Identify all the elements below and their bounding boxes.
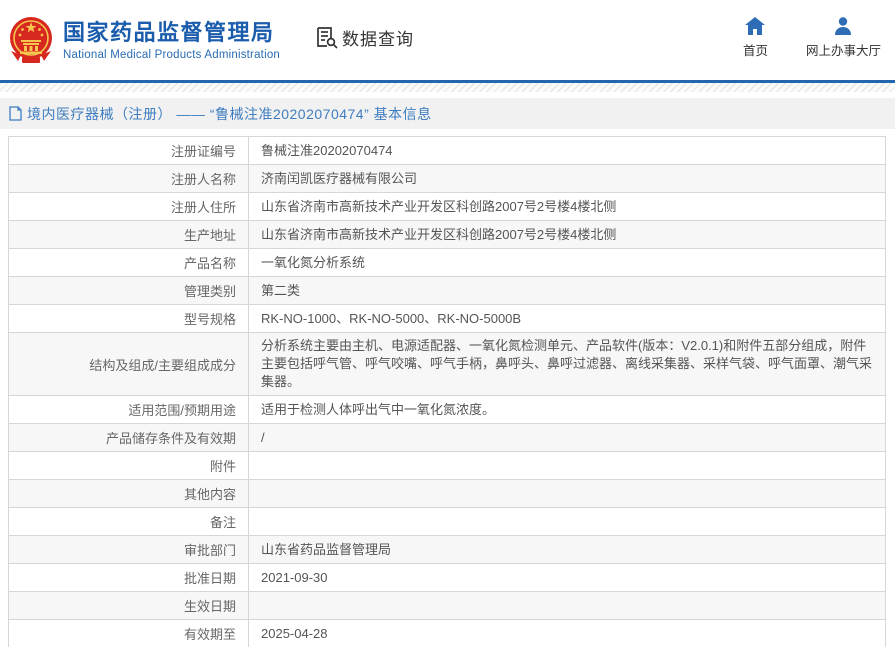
table-row: 其他内容 xyxy=(8,479,886,508)
field-label: 注册人名称 xyxy=(8,164,249,193)
header-quick-links: 首页 网上办事大厅 xyxy=(743,17,881,59)
field-value xyxy=(248,591,886,620)
field-label: 产品名称 xyxy=(8,248,249,277)
national-emblem-logo xyxy=(10,17,52,63)
home-link-label: 首页 xyxy=(742,44,768,58)
online-service-hall-label: 网上办事大厅 xyxy=(805,44,881,58)
user-icon xyxy=(835,17,852,35)
page-icon xyxy=(9,106,22,121)
field-value: 2025-04-28 xyxy=(248,619,886,647)
table-row: 产品名称 一氧化氮分析系统 xyxy=(8,248,886,277)
breadcrumb-text: 境内医疗器械（注册） —— “鲁械注准20202070474” 基本信息 xyxy=(27,105,432,122)
field-label: 备注 xyxy=(8,507,249,536)
online-service-hall-link[interactable]: 网上办事大厅 xyxy=(806,17,881,59)
field-label: 产品储存条件及有效期 xyxy=(8,423,249,452)
table-row: 注册证编号 鲁械注准20202070474 xyxy=(8,136,886,165)
table-row: 批准日期 2021-09-30 xyxy=(8,563,886,592)
data-query-label: 数据查询 xyxy=(342,29,415,49)
registration-info-table-wrap: 注册证编号 鲁械注准20202070474 注册人名称 济南闰凯医疗器械有限公司 注册人… xyxy=(8,136,886,647)
table-row: 结构及组成/主要组成成分 分析系统主要由主机、电源适配器、一氧化氮检测单元、产品软… xyxy=(8,332,886,396)
field-label: 其他内容 xyxy=(8,479,249,508)
field-value xyxy=(248,451,886,480)
field-label: 生产地址 xyxy=(8,220,249,249)
home-link[interactable]: 首页 xyxy=(743,17,768,59)
table-row: 注册人名称 济南闰凯医疗器械有限公司 xyxy=(8,164,886,193)
table-row: 管理类别 第二类 xyxy=(8,276,886,305)
table-row: 有效期至 2025-04-28 xyxy=(8,619,886,647)
site-subtitle: National Medical Products Administration xyxy=(63,48,281,61)
data-query-nav[interactable]: 数据查询 xyxy=(314,25,414,50)
table-row: 生效日期 xyxy=(8,591,886,620)
page-header: 国家药品监督管理局 National Medical Products Admi… xyxy=(0,0,895,80)
field-label: 结构及组成/主要组成成分 xyxy=(8,332,249,396)
field-value: 2021-09-30 xyxy=(248,563,886,592)
field-value: 第二类 xyxy=(248,276,886,305)
field-label: 批准日期 xyxy=(8,563,249,592)
field-value: 鲁械注准20202070474 xyxy=(248,136,886,165)
table-row: 产品储存条件及有效期 / xyxy=(8,423,886,452)
registration-info-table: 注册证编号 鲁械注准20202070474 注册人名称 济南闰凯医疗器械有限公司 注册人… xyxy=(8,136,886,647)
field-value xyxy=(248,479,886,508)
field-value: 分析系统主要由主机、电源适配器、一氧化氮检测单元、产品软件(版本：V2.0.1)… xyxy=(248,332,886,396)
table-row: 适用范围/预期用途 适用于检测人体呼出气中一氧化氮浓度。 xyxy=(8,395,886,424)
table-row: 备注 xyxy=(8,507,886,536)
field-label: 附件 xyxy=(8,451,249,480)
field-label: 有效期至 xyxy=(8,619,249,647)
field-value: 济南闰凯医疗器械有限公司 xyxy=(248,164,886,193)
field-label: 管理类别 xyxy=(8,276,249,305)
field-value: 山东省济南市高新技术产业开发区科创路2007号2号楼4楼北侧 xyxy=(248,192,886,221)
field-label: 适用范围/预期用途 xyxy=(8,395,249,424)
hatch-strip xyxy=(0,83,895,92)
table-row: 审批部门 山东省药品监督管理局 xyxy=(8,535,886,564)
field-value: RK-NO-1000、RK-NO-5000、RK-NO-5000B xyxy=(248,304,886,333)
field-value: 一氧化氮分析系统 xyxy=(248,248,886,277)
field-value: / xyxy=(248,423,886,452)
table-row: 附件 xyxy=(8,451,886,480)
field-label: 注册证编号 xyxy=(8,136,249,165)
home-icon xyxy=(745,17,766,35)
field-label: 生效日期 xyxy=(8,591,249,620)
registration-table-body: 注册证编号 鲁械注准20202070474 注册人名称 济南闰凯医疗器械有限公司 注册人… xyxy=(8,136,886,647)
site-title: 国家药品监督管理局 xyxy=(63,19,275,45)
brand-block: 国家药品监督管理局 National Medical Products Admi… xyxy=(63,20,280,61)
field-label: 注册人住所 xyxy=(8,192,249,221)
breadcrumb: 境内医疗器械（注册） —— “鲁械注准20202070474” 基本信息 xyxy=(0,98,895,129)
field-value xyxy=(248,507,886,536)
table-row: 生产地址 山东省济南市高新技术产业开发区科创路2007号2号楼4楼北侧 xyxy=(8,220,886,249)
field-value: 山东省药品监督管理局 xyxy=(248,535,886,564)
field-label: 型号规格 xyxy=(8,304,249,333)
field-value: 山东省济南市高新技术产业开发区科创路2007号2号楼4楼北侧 xyxy=(248,220,886,249)
field-label: 审批部门 xyxy=(8,535,249,564)
document-search-icon xyxy=(317,27,338,49)
table-row: 注册人住所 山东省济南市高新技术产业开发区科创路2007号2号楼4楼北侧 xyxy=(8,192,886,221)
table-row: 型号规格 RK-NO-1000、RK-NO-5000、RK-NO-5000B xyxy=(8,304,886,333)
field-value: 适用于检测人体呼出气中一氧化氮浓度。 xyxy=(248,395,886,424)
